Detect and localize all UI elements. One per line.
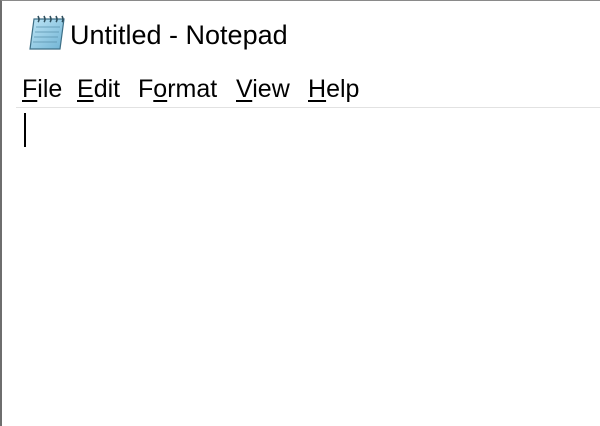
menu-edit-accelerator: E [77,75,94,103]
menu-view-rest: iew [252,75,290,103]
window-title: Untitled - Notepad [70,20,288,50]
menu-file[interactable]: File [22,71,62,107]
menu-format[interactable]: Format [138,71,217,107]
menu-format-pre: F [138,75,154,103]
menu-view-accelerator: V [236,75,253,103]
text-caret [24,113,26,147]
menu-format-accelerator: o [153,75,168,103]
notepad-icon [29,15,65,50]
notepad-window: Untitled - Notepad File Edit Format View… [0,0,600,426]
menu-file-accelerator: F [22,75,38,103]
menu-edit-rest: dit [93,75,121,103]
menu-format-rest: rmat [167,75,218,103]
menu-view[interactable]: View [236,71,290,107]
menu-edit[interactable]: Edit [77,71,120,107]
menu-bar: File Edit Format View Help [2,71,600,107]
menu-file-rest: ile [37,75,63,103]
menu-help-rest: elp [326,75,360,103]
text-editor[interactable] [16,108,600,426]
menu-help[interactable]: Help [308,71,359,107]
menu-help-accelerator: H [308,75,327,103]
title-bar[interactable]: Untitled - Notepad [2,1,600,67]
